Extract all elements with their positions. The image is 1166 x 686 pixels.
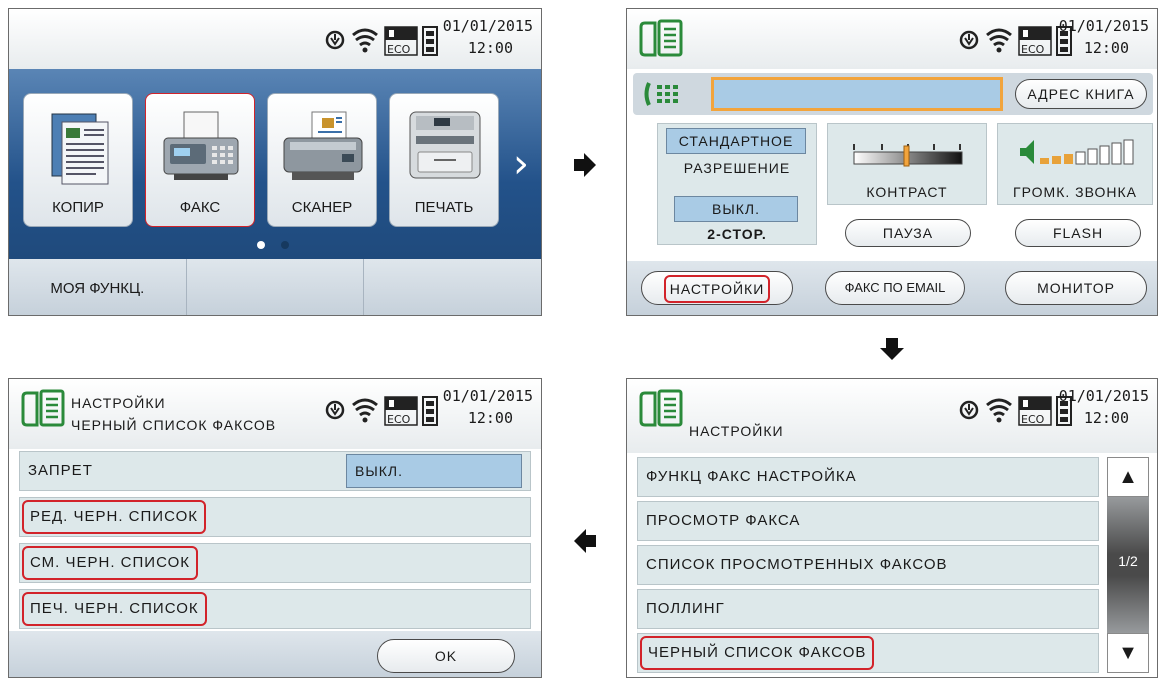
menu-item-label: ПЕЧ. ЧЕРН. СПИСОК — [22, 592, 207, 626]
menu-item[interactable]: ПРОСМОТР ФАКСА — [637, 501, 1099, 541]
fax-number-input[interactable] — [711, 77, 1003, 111]
menu-item-label: РЕД. ЧЕРН. СПИСОК — [22, 500, 206, 534]
date-time: 01/01/2015 12:00 — [1059, 15, 1149, 59]
fax-icon — [163, 111, 239, 180]
status-bar: НАСТРОЙКИ 01/01/2015 12:00 — [627, 379, 1157, 453]
menu-item-edit-blacklist[interactable]: РЕД. ЧЕРН. СПИСОК — [19, 497, 531, 537]
tile-copier[interactable]: КОПИР — [23, 93, 133, 227]
page-counter: 1/2 — [1118, 553, 1138, 569]
scroll-down-icon[interactable]: ▼ — [1107, 633, 1149, 673]
menu-item[interactable]: СПИСОК ПРОСМОТРЕННЫХ ФАКСОВ — [637, 545, 1099, 585]
flash-button[interactable]: FLASH — [1015, 219, 1141, 247]
contrast-control[interactable]: КОНТРАСТ — [827, 123, 987, 205]
dialpad-icon[interactable] — [643, 81, 683, 107]
quick-slot-button[interactable] — [187, 259, 365, 315]
block-value[interactable]: ВЫКЛ. — [346, 454, 522, 488]
fax-bottom-bar: НАСТРОЙКИ ФАКС ПО EMAIL МОНИТОР — [627, 261, 1157, 315]
speaker-volume-icon — [1020, 139, 1134, 165]
tile-scanner[interactable]: СКАНЕР — [267, 93, 377, 227]
status-icons — [325, 25, 439, 57]
copier-icon — [51, 113, 109, 185]
date-time: 01/01/2015 12:00 — [443, 15, 533, 59]
block-label: ЗАПРЕТ — [28, 462, 93, 479]
date-text: 01/01/2015 — [442, 387, 533, 405]
monitor-button[interactable]: МОНИТОР — [1005, 271, 1147, 305]
breadcrumb-parent: НАСТРОЙКИ — [71, 395, 166, 411]
arrow-left-icon — [574, 529, 596, 553]
scroll-up-icon[interactable]: ▲ — [1107, 457, 1149, 497]
page-indicator — [257, 241, 297, 251]
page-dot-active — [257, 241, 265, 249]
menu-item-label: ЧЕРНЫЙ СПИСОК ФАКСОВ — [640, 636, 875, 670]
menu-item[interactable]: ПОЛЛИНГ — [637, 589, 1099, 629]
menu-item[interactable]: ФУНКЦ ФАКС НАСТРОЙКА — [637, 457, 1099, 497]
menu-title: НАСТРОЙКИ — [689, 423, 784, 439]
printer-icon — [409, 111, 481, 179]
menu-item-label: СМ. ЧЕРН. СПИСОК — [22, 546, 198, 580]
my-function-button[interactable]: МОЯ ФУНКЦ. — [9, 259, 187, 315]
home-screen: 01/01/2015 12:00 КОПИР ФАКС СКАНЕР ПЕЧАТ… — [8, 8, 542, 316]
fax-screen: 01/01/2015 12:00 АДРЕС КНИГА СТАНДАРТНОЕ… — [626, 8, 1158, 316]
resolution-value[interactable]: СТАНДАРТНОЕ — [666, 128, 806, 154]
next-page-icon[interactable]: › — [513, 141, 529, 187]
fax-email-button[interactable]: ФАКС ПО EMAIL — [825, 271, 965, 305]
tile-fax[interactable]: ФАКС — [145, 93, 255, 227]
resolution-duplex-panel: СТАНДАРТНОЕ РАЗРЕШЕНИЕ ВЫКЛ. 2-СТОР. — [657, 123, 817, 245]
duplex-value[interactable]: ВЫКЛ. — [674, 196, 798, 222]
tile-label: ПЕЧАТЬ — [414, 199, 474, 216]
date-text: 01/01/2015 — [1058, 387, 1149, 405]
menu-item-blacklist[interactable]: ЧЕРНЫЙ СПИСОК ФАКСОВ — [637, 633, 1099, 673]
status-icons — [325, 395, 439, 427]
time-text: 12:00 — [1083, 39, 1129, 57]
blacklist-bottom-bar: OK — [9, 631, 541, 677]
fax-document-icon — [639, 19, 683, 57]
quick-bar: МОЯ ФУНКЦ. — [9, 259, 541, 315]
arrow-down-icon — [880, 338, 904, 360]
settings-menu-screen: НАСТРОЙКИ 01/01/2015 12:00 ФУНКЦ ФАКС НА… — [626, 378, 1158, 678]
arrow-right-icon — [574, 153, 596, 177]
settings-label: НАСТРОЙКИ — [663, 275, 771, 303]
ok-button[interactable]: OK — [377, 639, 515, 673]
quick-slot-button[interactable] — [364, 259, 541, 315]
fax-document-icon — [639, 389, 683, 427]
date-time: 01/01/2015 12:00 — [443, 385, 533, 429]
number-entry-bar: АДРЕС КНИГА — [633, 73, 1153, 115]
tile-label: СКАНЕР — [291, 199, 353, 216]
resolution-label: РАЗРЕШЕНИЕ — [683, 160, 791, 176]
date-text: 01/01/2015 — [442, 17, 533, 35]
time-text: 12:00 — [1083, 409, 1129, 427]
blacklist-screen: НАСТРОЙКИ ЧЕРНЫЙ СПИСОК ФАКСОВ 01/01/201… — [8, 378, 542, 678]
page-title: ЧЕРНЫЙ СПИСОК ФАКСОВ — [71, 417, 277, 433]
duplex-label: 2-СТОР. — [707, 226, 767, 242]
status-bar: 01/01/2015 12:00 — [627, 9, 1157, 69]
fax-document-icon — [21, 389, 65, 427]
tile-label: КОПИР — [52, 199, 104, 216]
ringer-label: ГРОМК. ЗВОНКА — [1013, 184, 1137, 200]
settings-button[interactable]: НАСТРОЙКИ — [641, 271, 793, 305]
status-bar: НАСТРОЙКИ ЧЕРНЫЙ СПИСОК ФАКСОВ 01/01/201… — [9, 379, 541, 449]
scanner-icon — [283, 111, 363, 180]
menu-item-view-blacklist[interactable]: СМ. ЧЕРН. СПИСОК — [19, 543, 531, 583]
app-tiles-area: КОПИР ФАКС СКАНЕР ПЕЧАТЬ › — [9, 69, 541, 259]
status-bar: 01/01/2015 12:00 — [9, 9, 541, 69]
contrast-label: КОНТРАСТ — [866, 184, 948, 200]
pause-button[interactable]: ПАУЗА — [845, 219, 971, 247]
block-setting-row[interactable]: ЗАПРЕТ ВЫКЛ. — [19, 451, 531, 491]
contrast-slider-icon — [853, 144, 963, 167]
time-text: 12:00 — [467, 409, 513, 427]
date-text: 01/01/2015 — [1058, 17, 1149, 35]
ringer-volume-control[interactable]: ГРОМК. ЗВОНКА — [997, 123, 1153, 205]
scrollbar[interactable]: ▲ 1/2 ▼ — [1107, 457, 1149, 673]
tile-label: ФАКС — [179, 199, 221, 216]
date-time: 01/01/2015 12:00 — [1059, 385, 1149, 429]
address-book-button[interactable]: АДРЕС КНИГА — [1015, 79, 1147, 109]
page-dot — [281, 241, 289, 249]
menu-item-print-blacklist[interactable]: ПЕЧ. ЧЕРН. СПИСОК — [19, 589, 531, 629]
tile-print[interactable]: ПЕЧАТЬ — [389, 93, 499, 227]
time-text: 12:00 — [467, 39, 513, 57]
